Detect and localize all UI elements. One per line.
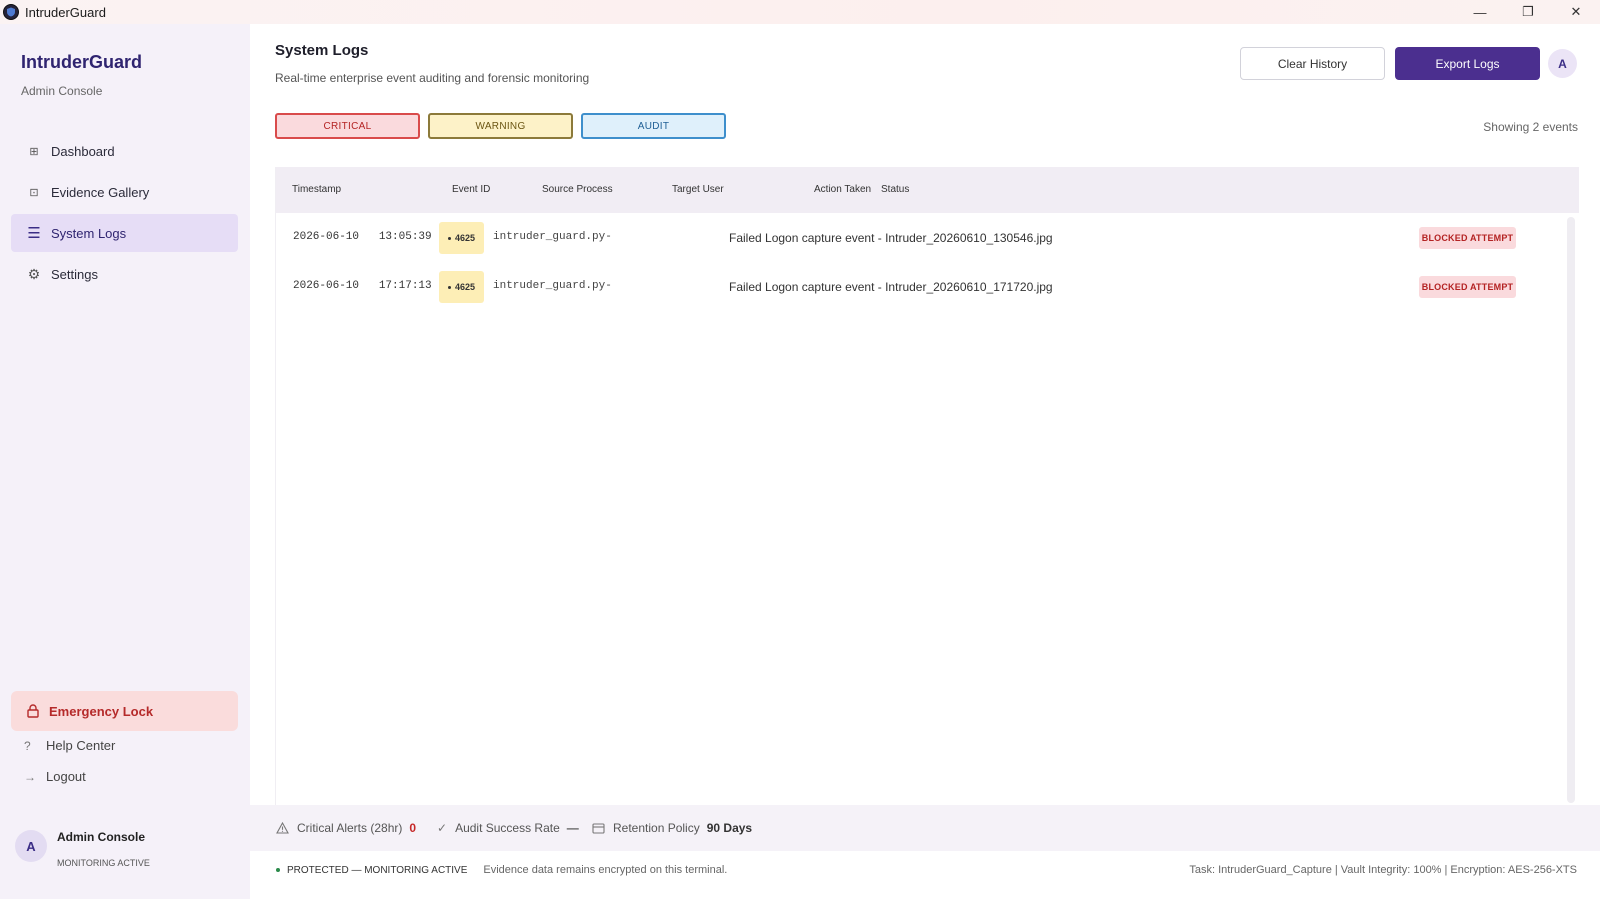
page-title: System Logs bbox=[275, 42, 369, 59]
question-icon: ? bbox=[24, 738, 31, 753]
sidebar-item-system-logs[interactable]: ☰ System Logs bbox=[11, 214, 238, 252]
brand-subtitle: Admin Console bbox=[21, 84, 103, 98]
window-titlebar: IntruderGuard — ❐ ✕ bbox=[0, 0, 1600, 24]
check-icon: ✓ bbox=[437, 821, 448, 835]
filter-warning-button[interactable]: WARNING bbox=[428, 113, 573, 139]
sidebar: IntruderGuard Admin Console ⊞ Dashboard … bbox=[0, 24, 250, 899]
user-name: Admin Console bbox=[57, 830, 146, 844]
minimize-button[interactable]: — bbox=[1456, 0, 1504, 24]
event-id-value: 4625 bbox=[454, 233, 476, 243]
sidebar-item-label: Settings bbox=[51, 266, 98, 282]
event-id-badge: 4625 bbox=[439, 222, 484, 254]
stat-label: Retention Policy bbox=[613, 821, 700, 835]
gear-icon: ⚙ bbox=[27, 265, 41, 282]
brand-title: IntruderGuard bbox=[21, 52, 143, 72]
filter-critical-button[interactable]: CRITICAL bbox=[275, 113, 420, 139]
status-bar: PROTECTED — MONITORING ACTIVE Evidence d… bbox=[250, 851, 1600, 899]
logout-link[interactable]: → Logout bbox=[24, 769, 86, 784]
protection-label: PROTECTED — MONITORING ACTIVE bbox=[287, 864, 468, 876]
list-icon: ☰ bbox=[27, 225, 41, 242]
gallery-icon: ⊡ bbox=[29, 186, 39, 199]
table-row[interactable]: 2026-06-10 13:05:39 4625 intruder_guard.… bbox=[276, 220, 1566, 256]
column-header-source-process[interactable]: Source Process bbox=[542, 184, 613, 195]
cell-source-process: intruder_guard.py- bbox=[493, 231, 612, 243]
sidebar-item-dashboard[interactable]: ⊞ Dashboard bbox=[11, 132, 238, 170]
sidebar-item-label: Dashboard bbox=[51, 143, 115, 159]
stat-audit-success: ✓ Audit Success Rate — bbox=[437, 821, 579, 835]
cell-timestamp: 2026-06-10 17:17:13 bbox=[293, 280, 432, 292]
sidebar-item-evidence-gallery[interactable]: ⊡ Evidence Gallery bbox=[11, 173, 238, 211]
warning-icon bbox=[276, 822, 289, 834]
emergency-lock-label: Emergency Lock bbox=[49, 703, 154, 719]
restore-button[interactable]: ❐ bbox=[1504, 0, 1552, 24]
dot-icon bbox=[447, 285, 451, 289]
calendar-icon bbox=[592, 822, 605, 834]
lock-icon bbox=[27, 704, 39, 718]
dot-icon bbox=[447, 236, 451, 240]
filter-audit-button[interactable]: AUDIT bbox=[581, 113, 726, 139]
stat-retention-policy: Retention Policy 90 Days bbox=[592, 821, 752, 835]
help-center-label: Help Center bbox=[46, 738, 116, 753]
avatar[interactable]: A bbox=[1548, 49, 1577, 78]
column-header-event-id[interactable]: Event ID bbox=[452, 184, 490, 195]
shield-icon bbox=[3, 4, 19, 20]
cell-timestamp: 2026-06-10 13:05:39 bbox=[293, 231, 432, 243]
table-header: Timestamp Event ID Source Process Target… bbox=[276, 167, 1579, 213]
protection-status: PROTECTED — MONITORING ACTIVE Evidence d… bbox=[276, 864, 727, 876]
user-status: MONITORING ACTIVE bbox=[57, 858, 150, 868]
export-logs-button[interactable]: Export Logs bbox=[1395, 47, 1540, 80]
stat-value: 0 bbox=[409, 821, 417, 835]
column-header-status[interactable]: Status bbox=[881, 184, 909, 195]
column-header-action-taken[interactable]: Action Taken bbox=[814, 184, 871, 195]
stats-bar: Critical Alerts (28hr) 0 ✓ Audit Success… bbox=[250, 805, 1600, 851]
stat-critical-alerts: Critical Alerts (28hr) 0 bbox=[276, 821, 416, 835]
cell-action-taken: Failed Logon capture event - Intruder_20… bbox=[729, 231, 1053, 245]
table-row[interactable]: 2026-06-10 17:17:13 4625 intruder_guard.… bbox=[276, 269, 1566, 305]
window-title: IntruderGuard bbox=[25, 4, 106, 20]
cell-source-process: intruder_guard.py- bbox=[493, 280, 612, 292]
stat-label: Critical Alerts (28hr) bbox=[297, 821, 403, 835]
page-subtitle: Real-time enterprise event auditing and … bbox=[275, 71, 590, 85]
stat-label: Audit Success Rate bbox=[455, 821, 560, 835]
main-content: System Logs Real-time enterprise event a… bbox=[250, 24, 1600, 899]
cell-action-taken: Failed Logon capture event - Intruder_20… bbox=[729, 280, 1053, 294]
column-header-timestamp[interactable]: Timestamp bbox=[292, 184, 341, 195]
grid-icon: ⊞ bbox=[29, 145, 39, 158]
logout-label: Logout bbox=[46, 769, 86, 784]
event-id-badge: 4625 bbox=[439, 271, 484, 303]
system-info: Task: IntruderGuard_Capture | Vault Inte… bbox=[1189, 864, 1577, 876]
close-button[interactable]: ✕ bbox=[1552, 0, 1600, 24]
status-badge: BLOCKED ATTEMPT bbox=[1419, 276, 1516, 298]
clear-history-button[interactable]: Clear History bbox=[1240, 47, 1385, 80]
sidebar-item-label: Evidence Gallery bbox=[51, 184, 150, 200]
status-badge: BLOCKED ATTEMPT bbox=[1419, 227, 1516, 249]
encryption-message: Evidence data remains encrypted on this … bbox=[483, 864, 728, 876]
avatar: A bbox=[15, 830, 47, 862]
help-center-link[interactable]: ? Help Center bbox=[24, 738, 115, 753]
column-header-target-user[interactable]: Target User bbox=[672, 184, 724, 195]
stat-value: — bbox=[566, 821, 579, 835]
event-id-value: 4625 bbox=[454, 282, 476, 292]
event-count: Showing 2 events bbox=[1483, 120, 1578, 134]
sidebar-item-settings[interactable]: ⚙ Settings bbox=[11, 255, 238, 293]
user-profile[interactable]: A Admin Console MONITORING ACTIVE bbox=[15, 830, 150, 868]
emergency-lock-button[interactable]: Emergency Lock bbox=[11, 691, 238, 731]
table-scrollbar[interactable] bbox=[1567, 217, 1575, 803]
logs-table: Timestamp Event ID Source Process Target… bbox=[275, 167, 1579, 807]
sidebar-item-label: System Logs bbox=[51, 225, 127, 241]
logout-arrow-icon: → bbox=[24, 769, 36, 784]
stat-value: 90 Days bbox=[706, 821, 753, 835]
status-dot-icon bbox=[276, 868, 280, 872]
